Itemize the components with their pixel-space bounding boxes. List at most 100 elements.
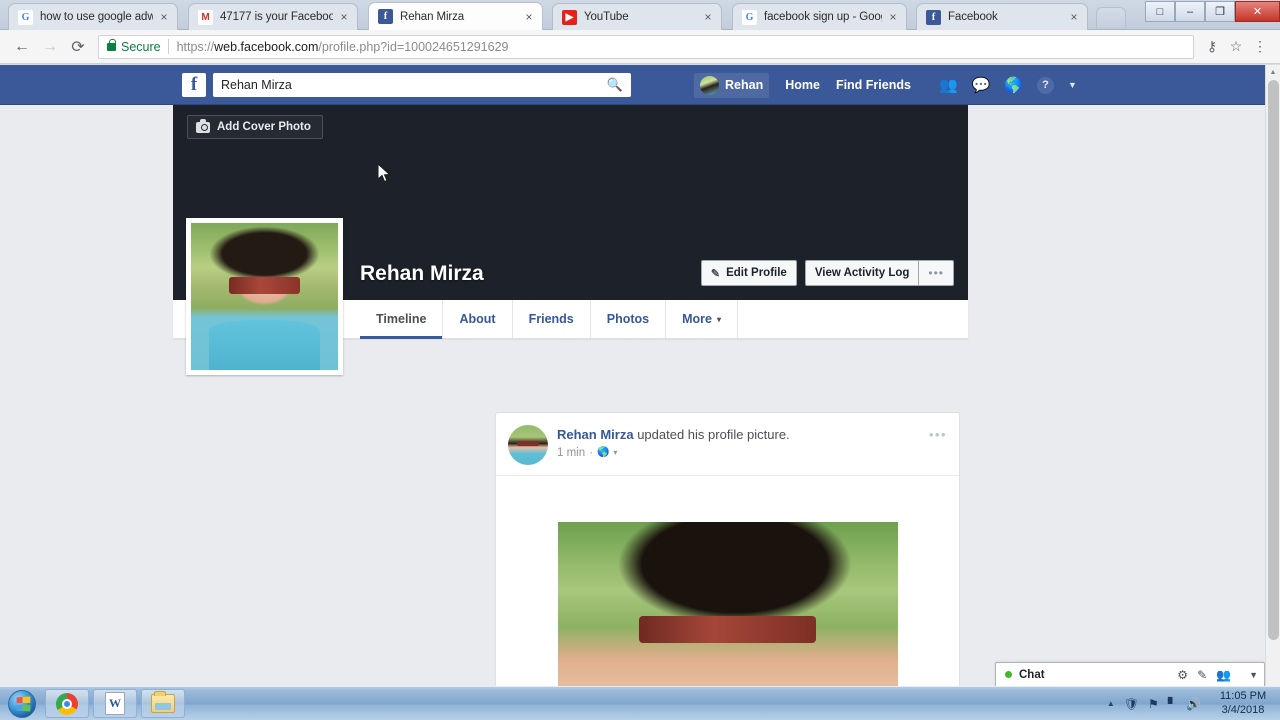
- gear-icon[interactable]: ⚙: [1177, 668, 1188, 682]
- back-button[interactable]: ←: [8, 33, 36, 61]
- browser-tab-5[interactable]: f Facebook ×: [916, 3, 1088, 30]
- messenger-icon[interactable]: 💬: [972, 76, 991, 94]
- nav-find-friends-link[interactable]: Find Friends: [836, 78, 911, 92]
- page-scrollbar[interactable]: ▲: [1265, 65, 1280, 686]
- chevron-down-icon: ▾: [716, 314, 721, 324]
- network-signal-icon[interactable]: ▘: [1168, 697, 1177, 711]
- chat-bar[interactable]: Chat ⚙ ✎ 👥 ▼: [995, 662, 1265, 686]
- search-input-value: Rehan Mirza: [221, 78, 292, 92]
- page-viewport: f Rehan Mirza 🔍 Rehan Home Find Friends …: [0, 65, 1280, 686]
- facebook-icon: f: [926, 9, 941, 25]
- profile-picture[interactable]: [186, 218, 343, 375]
- chrome-icon: [56, 692, 78, 715]
- friend-requests-icon[interactable]: 👥: [939, 76, 958, 94]
- nav-home-link[interactable]: Home: [785, 78, 820, 92]
- profile-header: Add Cover Photo Rehan Mirza ✎ Edit Profi…: [173, 105, 968, 375]
- chat-icons: ⚙ ✎ 👥: [1177, 668, 1231, 682]
- browser-window: G how to use google adwo × M 47177 is yo…: [0, 0, 1280, 686]
- profile-picture-image: [191, 223, 338, 370]
- scroll-up-arrow-icon[interactable]: ▲: [1266, 65, 1280, 80]
- tab-strip: G how to use google adwo × M 47177 is yo…: [0, 0, 1280, 30]
- forward-button[interactable]: →: [36, 33, 64, 61]
- start-button[interactable]: [3, 689, 41, 719]
- notifications-globe-icon[interactable]: 🌎: [1004, 76, 1023, 94]
- post-story-line: Rehan Mirza updated his profile picture.: [557, 426, 929, 444]
- tab-label: About: [459, 312, 496, 326]
- taskbar-item-chrome[interactable]: [45, 689, 89, 718]
- tab-close-icon[interactable]: ×: [1067, 10, 1081, 24]
- window-minimize-button[interactable]: –: [1175, 1, 1205, 22]
- bookmark-star-icon[interactable]: ☆: [1224, 35, 1248, 59]
- post-photo-image[interactable]: [557, 522, 898, 686]
- search-input[interactable]: Rehan Mirza 🔍: [213, 73, 631, 97]
- gmail-icon: M: [198, 9, 213, 25]
- action-center-icon[interactable]: ⚑: [1148, 697, 1159, 711]
- tray-expand-icon[interactable]: ▲: [1107, 699, 1115, 708]
- tab-more[interactable]: More ▾: [666, 300, 738, 338]
- facebook-logo-icon[interactable]: f: [182, 73, 206, 97]
- add-cover-photo-label: Add Cover Photo: [217, 121, 311, 133]
- feed-post: Rehan Mirza updated his profile picture.…: [495, 412, 960, 686]
- tab-timeline[interactable]: Timeline: [360, 300, 444, 339]
- add-cover-photo-button[interactable]: Add Cover Photo: [187, 115, 323, 139]
- address-bar[interactable]: Secure https://web.facebook.com/profile.…: [98, 34, 1194, 59]
- page-title: Rehan Mirza: [360, 262, 484, 285]
- activity-log-group: View Activity Log •••: [804, 260, 954, 286]
- browser-tab-1[interactable]: M 47177 is your Facebook ×: [188, 3, 358, 30]
- browser-tab-3[interactable]: ▶ YouTube ×: [552, 3, 722, 30]
- tab-close-icon[interactable]: ×: [337, 10, 351, 24]
- privacy-caret-icon[interactable]: ▾: [613, 448, 617, 457]
- window-user-icon[interactable]: □: [1145, 1, 1175, 22]
- compose-icon[interactable]: ✎: [1197, 668, 1207, 682]
- account-caret-icon[interactable]: ▼: [1068, 80, 1077, 90]
- avatar[interactable]: [508, 425, 548, 465]
- facebook-top-bar: f Rehan Mirza 🔍 Rehan Home Find Friends …: [0, 65, 1265, 105]
- profile-more-options-button[interactable]: •••: [918, 260, 954, 286]
- privacy-globe-icon[interactable]: 🌎: [597, 447, 609, 458]
- tab-about[interactable]: About: [443, 300, 513, 338]
- taskbar-item-explorer[interactable]: [141, 689, 185, 718]
- edit-profile-button[interactable]: ✎ Edit Profile: [700, 260, 797, 286]
- cover-action-buttons: ✎ Edit Profile View Activity Log •••: [700, 260, 954, 286]
- chat-collapse-icon[interactable]: ▼: [1249, 670, 1258, 680]
- tab-close-icon[interactable]: ×: [886, 10, 900, 24]
- help-icon[interactable]: ?: [1037, 76, 1054, 94]
- tab-close-icon[interactable]: ×: [701, 10, 715, 24]
- windows-taskbar: W ▲ 🛡 ⚑ ▘ 🔊 11:05 PM 3/4/2018: [0, 686, 1280, 720]
- tab-photos[interactable]: Photos: [591, 300, 667, 338]
- tab-close-icon[interactable]: ×: [157, 10, 171, 24]
- system-tray: ▲ 🛡 ⚑ ▘ 🔊 11:05 PM 3/4/2018: [1107, 690, 1280, 718]
- post-timestamp-row: 1 min · 🌎 ▾: [557, 447, 929, 459]
- friends-list-icon[interactable]: 👥: [1216, 668, 1231, 682]
- post-timestamp[interactable]: 1 min: [557, 447, 585, 459]
- tab-friends[interactable]: Friends: [513, 300, 591, 338]
- post-author-link[interactable]: Rehan Mirza: [557, 427, 634, 442]
- new-tab-button[interactable]: [1096, 7, 1126, 28]
- tab-label: Timeline: [376, 312, 427, 326]
- post-menu-icon[interactable]: •••: [929, 425, 947, 465]
- folder-icon: [151, 691, 175, 713]
- view-activity-log-button[interactable]: View Activity Log: [804, 260, 919, 286]
- browser-tab-2-active[interactable]: f Rehan Mirza ×: [368, 2, 543, 30]
- post-meta: Rehan Mirza updated his profile picture.…: [557, 425, 929, 465]
- chat-label: Chat: [1019, 668, 1045, 681]
- taskbar-item-word[interactable]: W: [93, 689, 137, 718]
- volume-icon[interactable]: 🔊: [1186, 697, 1201, 711]
- security-shield-icon[interactable]: 🛡: [1124, 697, 1139, 711]
- scrollbar-thumb[interactable]: [1268, 80, 1279, 640]
- post-header: Rehan Mirza updated his profile picture.…: [496, 413, 959, 475]
- browser-tab-0[interactable]: G how to use google adwo ×: [8, 3, 178, 30]
- search-icon[interactable]: 🔍: [607, 77, 623, 93]
- clock[interactable]: 11:05 PM 3/4/2018: [1210, 690, 1272, 718]
- reload-button[interactable]: ⟳: [64, 33, 92, 61]
- nav-profile-link[interactable]: Rehan: [694, 72, 770, 98]
- youtube-icon: ▶: [562, 9, 577, 25]
- windows-logo-icon: [8, 689, 36, 718]
- clock-date: 3/4/2018: [1221, 703, 1265, 716]
- chrome-menu-icon[interactable]: ⋮: [1248, 35, 1272, 59]
- window-maximize-button[interactable]: ❐: [1205, 1, 1235, 22]
- password-key-icon[interactable]: ⚷: [1200, 35, 1224, 59]
- tab-close-icon[interactable]: ×: [522, 10, 536, 24]
- window-close-button[interactable]: ✕: [1235, 1, 1280, 22]
- browser-tab-4[interactable]: G facebook sign up - Goog ×: [732, 3, 907, 30]
